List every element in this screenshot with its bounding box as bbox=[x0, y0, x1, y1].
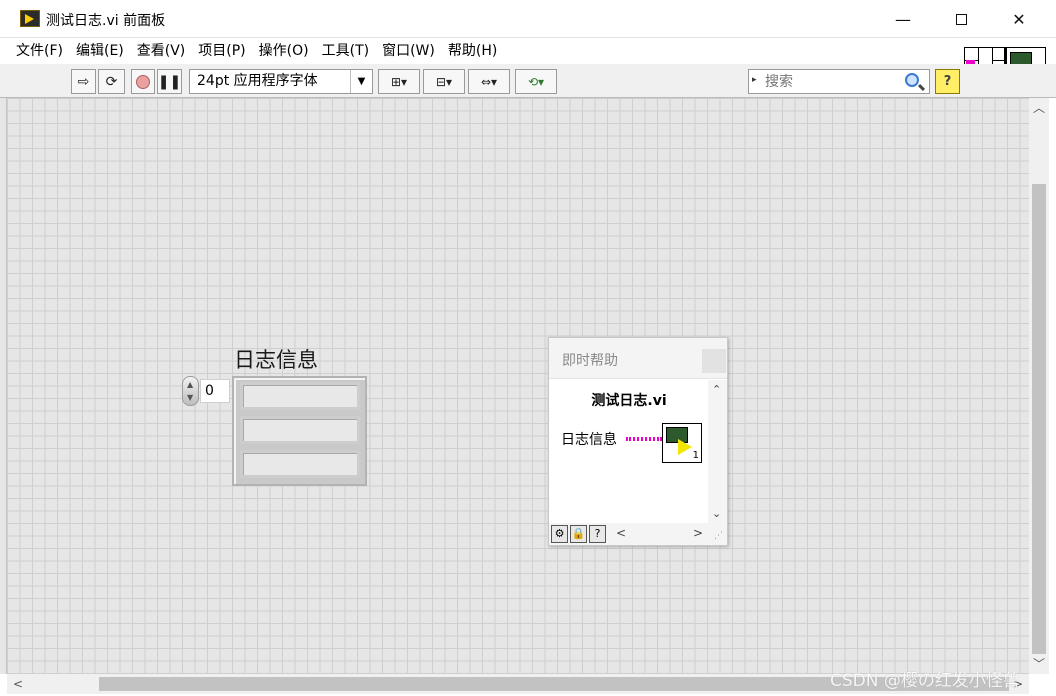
context-help-icon-number: 1 bbox=[692, 450, 699, 461]
watermark: CSDN @樱の红发小怪兽 bbox=[830, 671, 1020, 691]
search-box[interactable]: ▸ bbox=[748, 69, 930, 94]
distribute-objects-icon: ⊟▾ bbox=[435, 74, 453, 89]
array-label[interactable]: 日志信息 bbox=[234, 344, 318, 374]
toolbar: ⇨ ⟳ ❚❚ 24pt 应用程序字体 ▼ ⊞▾ ⊟▾ ⇔▾ ⟲▾ ▸ ? bbox=[0, 64, 1056, 98]
vertical-scrollbar[interactable]: ︿ ﹀ bbox=[1029, 98, 1049, 674]
pause-button[interactable]: ❚❚ bbox=[157, 69, 182, 94]
chevron-right-icon[interactable]: > bbox=[693, 526, 703, 540]
title-bar: 测试日志.vi 前面板 — ✕ bbox=[0, 0, 1056, 38]
reorder-button[interactable]: ⟲▾ bbox=[515, 69, 557, 94]
context-help-title: 即时帮助 bbox=[562, 353, 618, 369]
index-increment-arrows[interactable]: ▲ ▼ bbox=[182, 376, 199, 406]
context-help-button[interactable]: ? bbox=[935, 69, 960, 94]
menu-project[interactable]: 项目(P) bbox=[192, 38, 252, 64]
run-button[interactable]: ⇨ bbox=[71, 69, 96, 94]
search-icon[interactable] bbox=[905, 73, 919, 87]
array-element[interactable] bbox=[240, 416, 360, 444]
pause-icon: ❚❚ bbox=[157, 73, 182, 90]
labview-app-icon bbox=[20, 10, 40, 27]
run-arrow-icon: ⇨ bbox=[77, 73, 90, 90]
resize-objects-icon: ⇔▾ bbox=[480, 74, 498, 89]
context-help-scrollbar[interactable]: ⌃ ⌄ bbox=[708, 380, 727, 523]
context-help-vi-icon: 1 bbox=[662, 423, 702, 463]
chevron-down-icon[interactable]: ﹀ bbox=[1029, 654, 1049, 674]
increment-icon: ▲ bbox=[187, 380, 194, 389]
terminals-icon: ⚙ bbox=[554, 527, 565, 540]
chevron-down-icon: ▼ bbox=[350, 70, 372, 93]
minimize-button[interactable]: — bbox=[874, 0, 932, 38]
close-button[interactable]: ✕ bbox=[990, 0, 1048, 38]
context-help-header: 即时帮助 bbox=[549, 338, 727, 379]
show-optional-terminals-button[interactable]: ⚙ bbox=[551, 525, 568, 543]
context-help-close-button[interactable] bbox=[702, 349, 726, 373]
connector-cell bbox=[993, 48, 1005, 61]
help-icon: ? bbox=[943, 74, 952, 89]
resize-objects-button[interactable]: ⇔▾ bbox=[468, 69, 510, 94]
terminal-wire bbox=[626, 437, 662, 441]
search-input[interactable] bbox=[765, 72, 895, 91]
font-select[interactable]: 24pt 应用程序字体 ▼ bbox=[189, 69, 373, 94]
abort-icon bbox=[136, 74, 150, 89]
minimize-icon: — bbox=[895, 9, 911, 29]
maximize-icon bbox=[955, 13, 967, 25]
run-continuously-icon: ⟳ bbox=[105, 73, 118, 90]
menu-bar: 文件(F) 编辑(E) 查看(V) 项目(P) 操作(O) 工具(T) 窗口(W… bbox=[0, 38, 960, 64]
lock-icon: 🔒 bbox=[571, 527, 586, 540]
menu-help[interactable]: 帮助(H) bbox=[442, 38, 504, 64]
play-triangle-icon bbox=[678, 439, 692, 455]
terminal-label: 日志信息 bbox=[561, 432, 617, 448]
chevron-up-icon[interactable]: ⌃ bbox=[712, 383, 721, 396]
question-icon: ? bbox=[594, 527, 601, 540]
menu-view[interactable]: 查看(V) bbox=[131, 38, 193, 64]
align-objects-button[interactable]: ⊞▾ bbox=[378, 69, 420, 94]
array-index[interactable]: ▲ ▼ 0 bbox=[182, 376, 230, 406]
index-value-field[interactable]: 0 bbox=[200, 379, 230, 403]
detailed-help-button[interactable]: ? bbox=[589, 525, 606, 543]
array-element[interactable] bbox=[240, 382, 360, 410]
context-help-footer: ⚙ 🔒 ? < > ⋰ bbox=[549, 523, 727, 545]
array-control[interactable] bbox=[232, 376, 367, 486]
menu-tools[interactable]: 工具(T) bbox=[316, 38, 376, 64]
reorder-icon: ⟲▾ bbox=[527, 74, 545, 89]
abort-button[interactable] bbox=[131, 69, 155, 94]
maximize-button[interactable] bbox=[932, 0, 990, 38]
front-panel-grid[interactable] bbox=[7, 98, 1029, 674]
context-help-window: 即时帮助 测试日志.vi 日志信息 1 ⌃ ⌄ ⚙ 🔒 ? < > ⋰ bbox=[548, 337, 728, 546]
resize-grip-icon[interactable]: ⋰ bbox=[714, 531, 723, 541]
chevron-left-icon[interactable]: < bbox=[616, 526, 626, 540]
context-help-vi-name: 测试日志.vi bbox=[591, 393, 667, 409]
menu-operate[interactable]: 操作(O) bbox=[253, 38, 316, 64]
decrement-icon: ▼ bbox=[187, 393, 194, 402]
close-icon: ✕ bbox=[1012, 9, 1026, 29]
panel-left-edge bbox=[0, 98, 7, 674]
array-element[interactable] bbox=[240, 450, 360, 478]
lock-help-button[interactable]: 🔒 bbox=[570, 525, 587, 543]
search-scope-icon: ▸ bbox=[752, 75, 757, 85]
chevron-down-icon[interactable]: ⌄ bbox=[712, 507, 721, 520]
menu-window[interactable]: 窗口(W) bbox=[376, 38, 442, 64]
menu-edit[interactable]: 编辑(E) bbox=[70, 38, 131, 64]
font-select-value: 24pt 应用程序字体 bbox=[197, 73, 318, 89]
vertical-scroll-thumb[interactable] bbox=[1032, 184, 1046, 654]
align-objects-icon: ⊞▾ bbox=[390, 74, 408, 89]
menu-file[interactable]: 文件(F) bbox=[10, 38, 70, 64]
run-continuously-button[interactable]: ⟳ bbox=[98, 69, 125, 94]
distribute-objects-button[interactable]: ⊟▾ bbox=[423, 69, 465, 94]
window-title: 测试日志.vi 前面板 bbox=[46, 13, 166, 29]
chevron-up-icon[interactable]: ︿ bbox=[1029, 98, 1049, 118]
chevron-left-icon[interactable]: < bbox=[9, 674, 27, 694]
